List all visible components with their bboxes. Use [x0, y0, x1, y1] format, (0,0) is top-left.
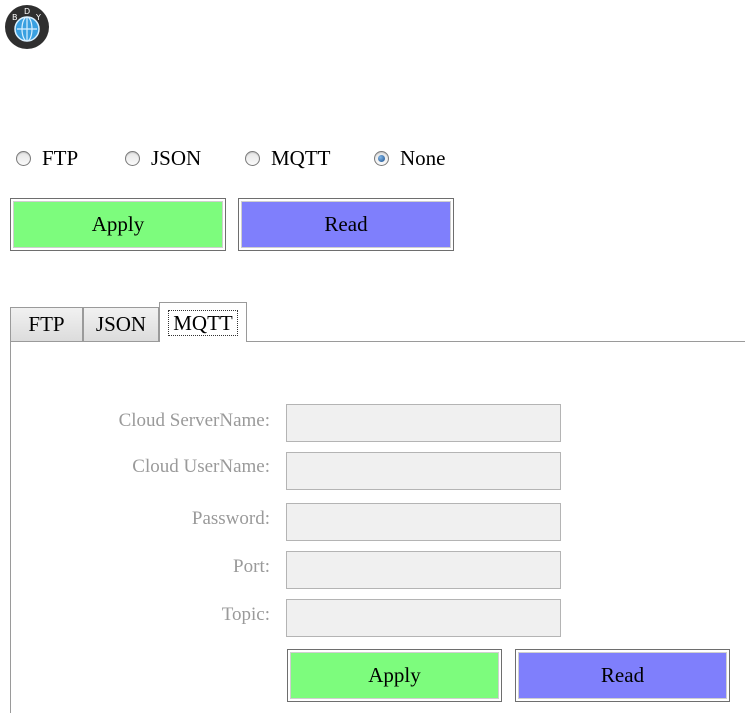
- svg-text:Y: Y: [35, 13, 41, 22]
- radio-none[interactable]: None: [374, 146, 446, 170]
- tab-mqtt[interactable]: MQTT: [159, 302, 247, 342]
- svg-text:B: B: [12, 13, 18, 22]
- tab-json-label: JSON: [95, 312, 147, 336]
- radio-none-indicator[interactable]: [374, 150, 389, 166]
- radio-mqtt[interactable]: MQTT: [245, 146, 331, 170]
- radio-ftp-label: FTP: [42, 145, 79, 170]
- port-field[interactable]: [286, 551, 561, 589]
- globe-logo-icon: B D Y: [5, 5, 49, 49]
- radio-json-indicator[interactable]: [125, 150, 140, 166]
- tab-mqtt-label: MQTT: [168, 309, 238, 336]
- password-label: Password:: [191, 508, 270, 529]
- radio-mqtt-label: MQTT: [271, 145, 331, 170]
- mqtt-read-button[interactable]: Read: [515, 649, 730, 702]
- tab-json[interactable]: JSON: [83, 307, 159, 341]
- cloud-username-field[interactable]: [286, 452, 561, 490]
- mqtt-apply-button[interactable]: Apply: [287, 649, 502, 702]
- radio-mqtt-indicator[interactable]: [245, 150, 260, 166]
- radio-ftp[interactable]: FTP: [16, 146, 78, 170]
- apply-button[interactable]: Apply: [10, 198, 226, 251]
- tab-ftp-label: FTP: [28, 312, 65, 336]
- cloud-servername-label: Cloud ServerName:: [118, 410, 270, 431]
- svg-text:D: D: [24, 7, 30, 16]
- tab-ftp[interactable]: FTP: [10, 307, 83, 341]
- topic-field[interactable]: [286, 599, 561, 637]
- radio-json-label: JSON: [151, 145, 202, 170]
- cloud-username-label: Cloud UserName:: [132, 456, 270, 477]
- password-field[interactable]: [286, 503, 561, 541]
- radio-ftp-indicator[interactable]: [16, 150, 31, 166]
- topic-label: Topic:: [221, 604, 270, 625]
- cloud-servername-field[interactable]: [286, 404, 561, 442]
- app-logo: B D Y: [4, 4, 50, 50]
- port-label: Port:: [233, 556, 270, 577]
- radio-json[interactable]: JSON: [125, 146, 201, 170]
- read-button[interactable]: Read: [238, 198, 454, 251]
- radio-none-label: None: [400, 145, 446, 170]
